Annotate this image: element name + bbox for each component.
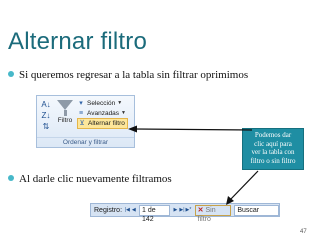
pointer-arrows (128, 125, 259, 205)
arrow-to-toggle-filter (134, 128, 253, 131)
page-number: 47 (300, 229, 307, 235)
arrow-to-no-filter (228, 170, 259, 202)
arrowhead (128, 125, 137, 133)
